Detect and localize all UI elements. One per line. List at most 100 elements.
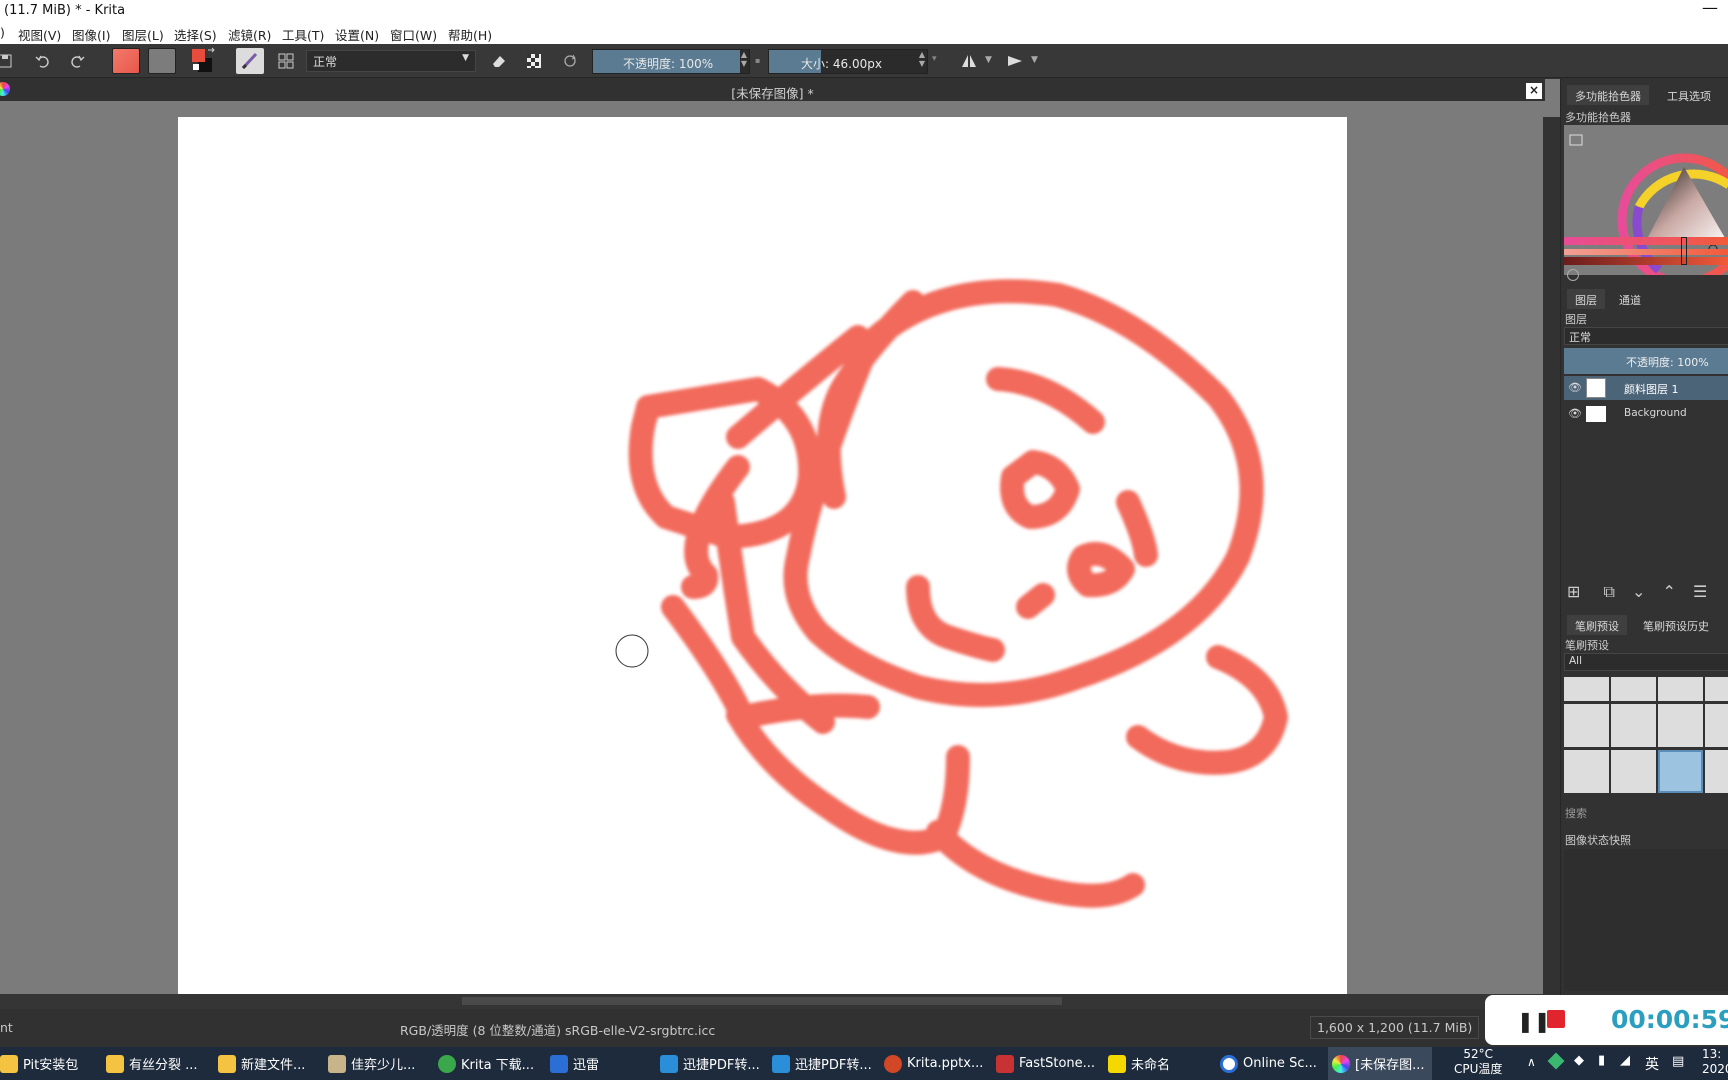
brush-preset-tile[interactable] (1705, 750, 1728, 793)
mirror-h-menu[interactable]: ▼ (985, 55, 992, 65)
brush-preset-tile[interactable] (1658, 704, 1703, 747)
tray-app-icon-2[interactable]: ◆ (1574, 1053, 1584, 1068)
eye-icon[interactable]: 👁 (1568, 407, 1582, 420)
redo-button[interactable] (66, 50, 88, 72)
tab-layers[interactable]: 图层 (1567, 289, 1605, 309)
size-menu[interactable]: ▾ (932, 54, 937, 64)
move-down-button[interactable]: ⌄ (1632, 582, 1645, 601)
tab-color-selector[interactable]: 多功能拾色器 (1567, 85, 1649, 105)
blend-mode-select[interactable]: 正常 ▼ (306, 50, 476, 72)
menu-tools[interactable]: 工具(T) (282, 25, 324, 44)
refresh-icon[interactable] (1567, 269, 1579, 281)
taskbar-item[interactable]: 新建文件... (218, 1047, 305, 1080)
menu-select[interactable]: 选择(S) (174, 25, 217, 44)
layer-row-paint[interactable]: 👁 颜料图层 1 (1564, 376, 1728, 400)
reload-preset-button[interactable] (559, 50, 581, 72)
saturation-slider[interactable] (1564, 249, 1728, 255)
horizontal-scrollbar[interactable] (0, 994, 1560, 1009)
cpu-temp-widget[interactable]: 52°C CPU温度 (1454, 1047, 1502, 1077)
layer-opacity-slider[interactable]: 不透明度: 100% (1564, 348, 1728, 374)
tray-volume-icon[interactable]: ◢ (1620, 1053, 1630, 1068)
drawing-canvas[interactable] (178, 117, 1347, 994)
opacity-spin-arrows[interactable]: ▲ ▼ (741, 50, 747, 68)
brush-preset-tile[interactable] (1611, 750, 1656, 793)
taskbar-item[interactable]: 迅雷 (550, 1047, 599, 1080)
image-size-status[interactable]: 1,600 x 1,200 (11.7 MiB) (1310, 1016, 1480, 1039)
tab-channels[interactable]: 通道 (1611, 289, 1649, 309)
brush-preset-tile[interactable] (1705, 704, 1728, 747)
size-slider[interactable]: 大小: 46.00px ▲ ▼ (768, 49, 928, 74)
tray-keyboard-icon[interactable]: ▤ (1672, 1054, 1684, 1069)
stop-button[interactable] (1547, 1010, 1565, 1028)
taskbar-item[interactable]: FastStone... (996, 1047, 1095, 1080)
taskbar-item[interactable]: 佳弈少儿... (328, 1047, 415, 1080)
mirror-horizontal-button[interactable] (958, 50, 980, 72)
brush-preset-button[interactable] (236, 48, 264, 74)
window-close-button[interactable]: — (1702, 0, 1718, 17)
tab-tool-options[interactable]: 工具选项 (1659, 85, 1719, 105)
taskbar-item[interactable]: 迅捷PDF转... (660, 1047, 760, 1080)
menu-partial[interactable]: ) (0, 25, 5, 40)
eraser-mode-button[interactable] (488, 50, 510, 72)
close-document-button[interactable]: × (1526, 83, 1542, 99)
brush-preset-tile[interactable] (1564, 677, 1609, 701)
menu-settings[interactable]: 设置(N) (335, 25, 379, 44)
taskbar-item[interactable]: 有丝分裂 ... (106, 1047, 198, 1080)
taskbar-item[interactable]: Krita.pptx... (884, 1047, 983, 1080)
duplicate-layer-button[interactable]: ⧉ (1604, 582, 1615, 601)
layer-row-background[interactable]: 👁 Background (1564, 402, 1728, 426)
save-button[interactable] (0, 50, 16, 72)
brush-preset-tile[interactable] (1658, 677, 1703, 701)
brush-preset-tile[interactable] (1564, 750, 1609, 793)
mirror-v-menu[interactable]: ▼ (1031, 55, 1038, 65)
brush-search-label[interactable]: 搜索 (1565, 805, 1587, 821)
layer-blend-select[interactable]: 正常 (1564, 327, 1728, 345)
taskbar-item[interactable]: Online Sc... (1220, 1047, 1317, 1080)
preserve-alpha-button[interactable] (523, 50, 545, 72)
taskbar-item-active[interactable]: [未保存图... (1328, 1047, 1432, 1080)
clock[interactable]: 13: 2020 (1702, 1047, 1728, 1077)
size-spin-arrows[interactable]: ▲ ▼ (919, 50, 925, 68)
opacity-slider[interactable]: 不透明度: 100% ▲ ▼ (592, 49, 750, 74)
menu-image[interactable]: 图像(I) (72, 25, 110, 44)
add-layer-button[interactable]: ⊞ (1567, 582, 1580, 601)
taskbar-item[interactable]: 迅捷PDF转... (772, 1047, 872, 1080)
tray-expand-icon[interactable]: ∧ (1527, 1055, 1536, 1069)
gradient-selector[interactable] (112, 48, 140, 74)
pause-button[interactable]: ❚❚ (1517, 1009, 1551, 1033)
value-slider[interactable] (1564, 257, 1728, 265)
brush-tag-filter[interactable]: All (1564, 653, 1728, 671)
ime-indicator[interactable]: 英 (1645, 1054, 1659, 1074)
brush-preset-tile[interactable] (1611, 677, 1656, 701)
vertical-scrollbar[interactable] (1543, 117, 1560, 994)
brush-preset-tile[interactable] (1705, 677, 1728, 701)
tray-network-icon[interactable]: ▮ (1598, 1053, 1605, 1068)
slider-handle[interactable] (1681, 237, 1687, 265)
opacity-reset[interactable]: ▪ (755, 56, 760, 65)
menu-window[interactable]: 窗口(W) (390, 25, 437, 44)
layer-properties-button[interactable]: ☰ (1693, 582, 1707, 601)
mirror-vertical-button[interactable] (1004, 50, 1026, 72)
color-menu-icon[interactable] (1569, 134, 1583, 146)
brush-preset-tile[interactable] (1611, 704, 1656, 747)
hue-slider[interactable] (1564, 237, 1728, 245)
horizontal-scroll-thumb[interactable] (462, 997, 1062, 1005)
taskbar-item[interactable]: 未命名 (1108, 1047, 1170, 1080)
move-up-button[interactable]: ⌃ (1663, 582, 1676, 601)
tab-brush-presets[interactable]: 笔刷预设 (1567, 615, 1627, 635)
workspace-button[interactable] (275, 50, 297, 72)
tray-app-icon[interactable] (1547, 1052, 1565, 1070)
menu-help[interactable]: 帮助(H) (448, 25, 492, 44)
fg-bg-color-selector[interactable] (190, 47, 218, 75)
eye-icon[interactable]: 👁 (1568, 381, 1582, 394)
undo-button[interactable] (32, 50, 54, 72)
taskbar-item[interactable]: Pit安装包 (0, 1047, 78, 1080)
menu-filter[interactable]: 滤镜(R) (228, 25, 271, 44)
brush-preset-tile-selected[interactable] (1658, 750, 1703, 793)
menu-layer[interactable]: 图层(L) (122, 25, 164, 44)
brush-preset-tile[interactable] (1564, 704, 1609, 747)
pattern-selector[interactable] (148, 48, 176, 74)
tab-brush-history[interactable]: 笔刷预设历史 (1635, 615, 1717, 635)
taskbar-item[interactable]: Krita 下载... (438, 1047, 534, 1080)
menu-view[interactable]: 视图(V) (18, 25, 61, 44)
